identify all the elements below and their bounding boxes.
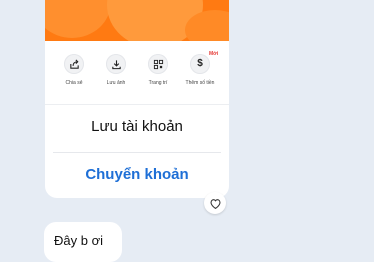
share-icon	[64, 54, 84, 74]
dollar-icon: $	[190, 54, 210, 74]
add-amount-action[interactable]: Mới $ Thêm số tiền	[177, 51, 223, 86]
bank-qr-card: Chia sẻ Lưu ảnh Trang trí Mới $ Thêm số …	[45, 0, 229, 198]
share-label: Chia sẻ	[65, 80, 83, 86]
heart-icon	[210, 198, 220, 209]
add-amount-label: Thêm số tiền	[185, 80, 215, 86]
save-account-button[interactable]: Lưu tài khoản	[45, 118, 229, 135]
like-reaction-button[interactable]	[204, 192, 226, 214]
card-action-row: Chia sẻ Lưu ảnh Trang trí Mới $ Thêm số …	[45, 51, 229, 94]
new-badge: Mới	[209, 51, 219, 57]
qr-decorate-icon	[148, 54, 168, 74]
save-image-label: Lưu ảnh	[106, 80, 126, 86]
decorate-label: Trang trí	[148, 80, 168, 86]
chat-message-bubble[interactable]: Đây b ơi	[44, 222, 122, 262]
transfer-button[interactable]: Chuyển khoản	[45, 166, 229, 183]
message-text: Đây b ơi	[54, 233, 103, 248]
download-icon	[106, 54, 126, 74]
divider	[45, 104, 229, 105]
decorate-action[interactable]: Trang trí	[135, 54, 181, 86]
banner-decor-shape	[45, 0, 111, 38]
divider	[53, 152, 221, 153]
share-action[interactable]: Chia sẻ	[51, 54, 97, 86]
save-image-action[interactable]: Lưu ảnh	[93, 54, 139, 86]
qr-card-banner	[45, 0, 229, 41]
